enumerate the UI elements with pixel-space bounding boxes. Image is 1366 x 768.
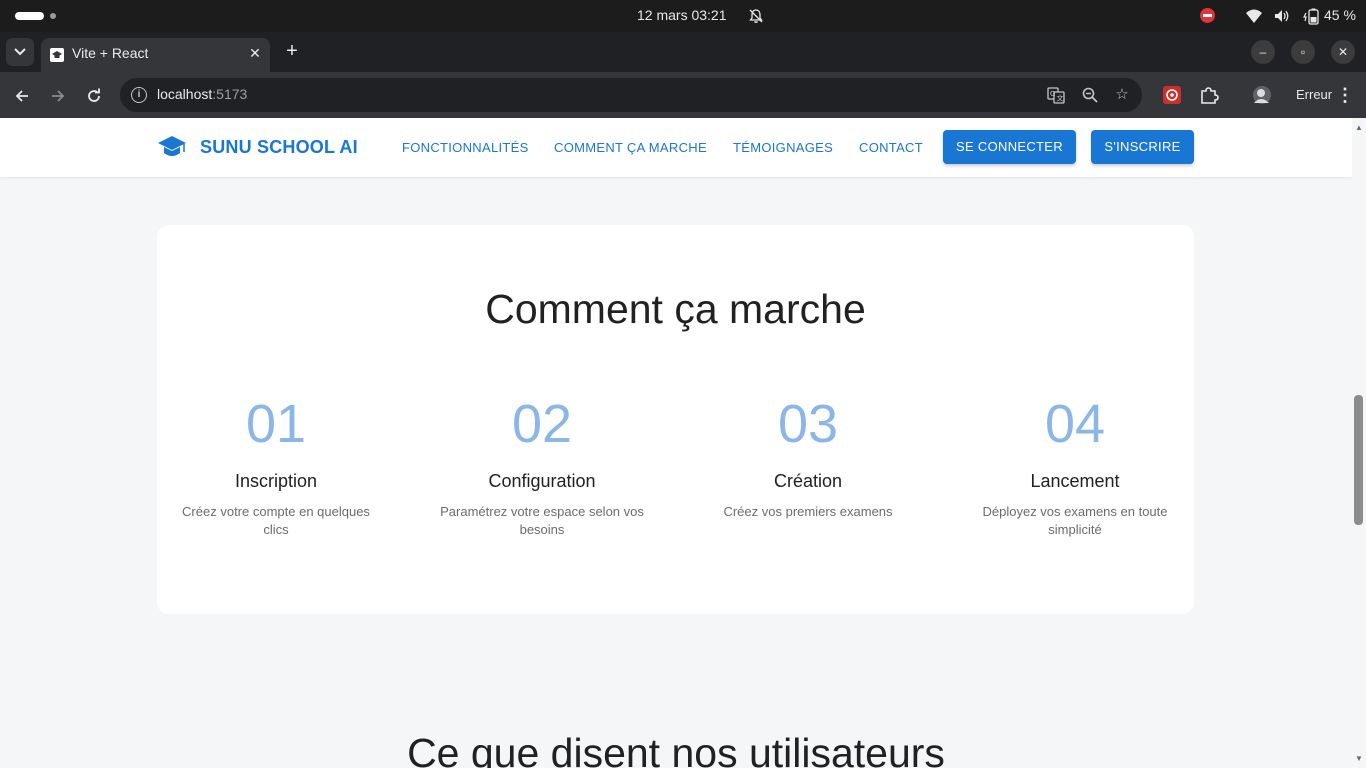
svg-text:文: 文: [1057, 94, 1064, 103]
workspace-dot-icon[interactable]: [50, 13, 56, 19]
minimize-icon[interactable]: –: [1251, 40, 1275, 64]
brand-name[interactable]: SUNU SCHOOL AI: [200, 137, 358, 158]
url-host: localhost: [157, 86, 213, 102]
notifications-muted-icon: [749, 9, 763, 23]
tab-favicon-icon: [50, 48, 64, 62]
restore-icon[interactable]: ▫: [1291, 40, 1315, 64]
graduation-cap-icon[interactable]: [157, 134, 187, 160]
step-title: Configuration: [488, 471, 596, 491]
tab-title: Vite + React: [72, 45, 149, 61]
step-description-line: Créez votre compte en quelques: [182, 504, 370, 519]
kebab-menu-icon[interactable]: ⋮: [1336, 85, 1354, 105]
step-description-line: Paramétrez votre espace selon vos: [440, 504, 644, 519]
step-item: 01 Inscription Créez votre compte en que…: [166, 395, 386, 539]
do-not-disturb-icon[interactable]: [1200, 8, 1215, 23]
how-it-works-card: Comment ça marche 01 Inscription Créez v…: [157, 225, 1194, 614]
profile-avatar-icon[interactable]: [1252, 85, 1272, 105]
battery-charging-icon[interactable]: [1303, 7, 1321, 25]
step-description-line: besoins: [519, 522, 565, 537]
nav-testimonials-link[interactable]: TÉMOIGNAGES: [733, 140, 833, 155]
step-title: Lancement: [1030, 471, 1120, 491]
profile-error-button[interactable]: Erreur: [1286, 81, 1342, 109]
step-item: 04 Lancement Déployez vos examens en tou…: [965, 395, 1185, 539]
close-window-icon[interactable]: ✕: [1331, 40, 1355, 64]
back-icon[interactable]: [10, 84, 34, 108]
forward-icon[interactable]: [46, 84, 70, 108]
step-item: 03 Création Créez vos premiers examens: [698, 395, 918, 521]
scrollbar-thumb[interactable]: [1354, 395, 1363, 525]
nav-how-it-works-link[interactable]: COMMENT ÇA MARCHE: [554, 140, 707, 155]
os-clock[interactable]: 12 mars 03:21: [637, 7, 727, 23]
url-port: :5173: [212, 86, 248, 102]
bookmark-star-icon[interactable]: ☆: [1113, 86, 1131, 104]
step-description: Créez vos premiers examens: [698, 503, 918, 521]
step-description-line: Créez vos premiers examens: [723, 504, 893, 519]
signup-button[interactable]: S'INSCRIRE: [1091, 130, 1194, 164]
site-navbar: SUNU SCHOOL AI FONCTIONNALITÉS COMMENT Ç…: [0, 118, 1352, 177]
volume-icon[interactable]: [1273, 8, 1291, 24]
url-text[interactable]: localhost:5173: [157, 86, 247, 102]
workspace-indicator-icon[interactable]: [15, 12, 44, 20]
step-number: 04: [1044, 394, 1106, 454]
scroll-down-arrow-icon[interactable]: ▼: [1355, 754, 1363, 763]
translate-icon[interactable]: G文: [1047, 86, 1065, 104]
site-info-icon[interactable]: i: [131, 87, 147, 103]
step-description: Déployez vos examens en toute simplicité: [965, 503, 1185, 539]
chevron-down-icon: [14, 48, 26, 56]
testimonials-title: Ce que disent nos utilisateurs: [407, 730, 945, 768]
reload-icon[interactable]: [82, 84, 106, 108]
os-top-bar: 12 mars 03:21 45 %: [0, 0, 1366, 32]
nav-features-link[interactable]: FONCTIONNALITÉS: [402, 140, 529, 155]
browser-tab-active[interactable]: Vite + React ✕: [41, 38, 270, 72]
step-number: 01: [245, 394, 307, 454]
step-number: 03: [777, 394, 839, 454]
page-viewport: SUNU SCHOOL AI FONCTIONNALITÉS COMMENT Ç…: [0, 118, 1366, 768]
nav-contact-link[interactable]: CONTACT: [859, 140, 923, 155]
login-button[interactable]: SE CONNECTER: [943, 130, 1076, 164]
new-tab-icon[interactable]: +: [282, 39, 302, 63]
step-item: 02 Configuration Paramétrez votre espace…: [432, 395, 652, 539]
browser-toolbar: i localhost:5173 G文 ☆ Erreur ⋮: [0, 72, 1366, 118]
step-title: Inscription: [234, 471, 318, 491]
battery-percentage: 45 %: [1324, 7, 1356, 23]
wifi-icon[interactable]: [1245, 8, 1263, 24]
extension-red-icon[interactable]: [1162, 85, 1182, 105]
step-number: 02: [511, 394, 573, 454]
step-description: Créez votre compte en quelques clics: [166, 503, 386, 539]
close-tab-icon[interactable]: ✕: [247, 45, 263, 62]
address-bar[interactable]: i localhost:5173 G文 ☆: [120, 78, 1142, 112]
how-it-works-title: Comment ça marche: [485, 286, 866, 332]
step-description-line: clics: [263, 522, 289, 537]
step-description: Paramétrez votre espace selon vos besoin…: [432, 503, 652, 539]
tab-search-button[interactable]: [6, 38, 34, 66]
step-description-line: Déployez vos examens en toute: [982, 504, 1168, 519]
step-description-line: simplicité: [1048, 522, 1102, 537]
svg-text:G: G: [1050, 90, 1055, 98]
browser-tab-strip: Vite + React ✕ + – ▫ ✕: [0, 32, 1366, 72]
zoom-icon[interactable]: [1081, 86, 1099, 104]
scroll-up-arrow-icon[interactable]: ▲: [1355, 123, 1363, 132]
extensions-puzzle-icon[interactable]: [1199, 85, 1219, 105]
step-title: Création: [773, 471, 843, 491]
page-scrollbar[interactable]: ▲ ▼: [1352, 118, 1366, 768]
